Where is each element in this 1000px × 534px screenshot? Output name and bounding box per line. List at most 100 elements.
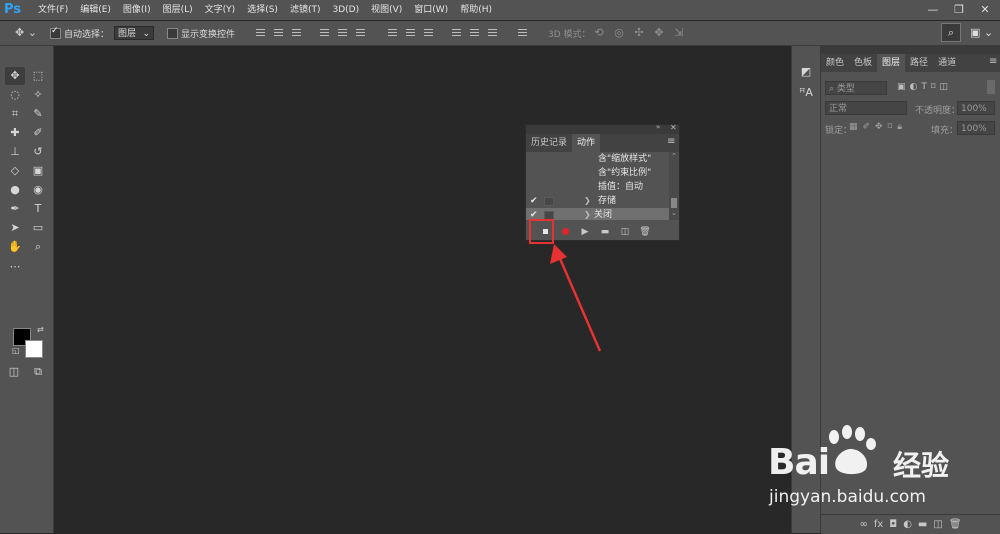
screen-mode-icon[interactable]: ⧉ [28,363,48,381]
default-colors-icon[interactable]: ◱ [12,346,20,355]
align-bottom-icon[interactable] [290,26,302,39]
hand-tool-icon[interactable]: ✋ [5,238,25,256]
panel-menu-icon[interactable]: ≡ [989,56,997,67]
align-hcenter-icon[interactable] [336,26,348,39]
menu-help[interactable]: 帮助(H) [454,0,498,20]
tab-channels[interactable]: 通道 [933,54,961,72]
scroll-up-icon[interactable]: ⌃ [671,152,677,160]
crop-tool-icon[interactable]: ⌗ [5,105,25,123]
blur-tool-icon[interactable]: ● [5,181,25,199]
dodge-tool-icon[interactable]: ◉ [28,181,48,199]
scroll-down-icon[interactable]: ⌄ [671,209,677,217]
chevron-right-icon[interactable]: ❯ [584,208,591,220]
distribute-right-icon[interactable] [486,26,498,39]
add-mask-icon[interactable]: ◘ [889,515,897,534]
history-brush-tool-icon[interactable]: ↺ [28,143,48,161]
menu-select[interactable]: 选择(S) [241,0,284,20]
new-action-button[interactable]: ◫ [615,224,635,239]
magic-wand-tool-icon[interactable]: ✧ [28,86,48,104]
align-right-icon[interactable] [354,26,366,39]
dialog-toggle-icon[interactable] [544,197,554,206]
action-row[interactable]: 插值：自动 [526,180,669,194]
3d-rotate-icon[interactable]: ⟲ [592,25,606,41]
fill-field[interactable]: 100% [957,121,995,135]
path-selection-tool-icon[interactable]: ➤ [5,219,25,237]
menu-layer[interactable]: 图层(L) [157,0,199,20]
action-row[interactable]: 含"约束比例" [526,166,669,180]
3d-slide-icon[interactable]: ✥ [652,25,666,41]
distribute-top-icon[interactable] [386,26,398,39]
align-vcenter-icon[interactable] [272,26,284,39]
layer-filter-dropdown[interactable]: ⌕ 类型 [825,81,887,95]
background-color-swatch[interactable] [25,340,43,358]
brush-tool-icon[interactable]: ✐ [28,124,48,142]
new-group-icon[interactable]: ▬ [918,515,927,534]
distribute-vcenter-icon[interactable] [404,26,416,39]
adjustment-layer-icon[interactable]: ◐ [903,515,912,534]
menu-3d[interactable]: 3D(D) [326,0,365,20]
tab-color[interactable]: 颜色 [821,54,849,72]
auto-align-icon[interactable] [516,26,528,39]
new-set-button[interactable]: ▬ [595,224,615,239]
show-transform-checkbox[interactable] [167,21,178,39]
auto-select-target-dropdown[interactable]: 图层 ⌄ [114,26,154,40]
close-panel-icon[interactable]: ✕ [670,123,677,132]
menu-type[interactable]: 文字(Y) [199,0,242,20]
actions-panel-titlebar[interactable]: » ✕ [526,123,679,134]
tab-actions[interactable]: 动作 [572,134,601,152]
quick-mask-icon[interactable]: ◫ [4,363,24,381]
pen-tool-icon[interactable]: ✒ [5,200,25,218]
lock-icons[interactable]: ▦✐✥⌑🔒︎ [849,122,907,132]
menu-filter[interactable]: 滤镜(T) [284,0,327,20]
opacity-field[interactable]: 100% [957,101,995,115]
3d-drag-icon[interactable]: ✣ [632,25,646,41]
align-left-icon[interactable] [318,26,330,39]
auto-select-checkbox[interactable] [50,21,61,39]
3d-roll-icon[interactable]: ◎ [612,25,626,41]
collapse-panel-icon[interactable]: » [656,123,660,131]
gradient-tool-icon[interactable]: ▣ [28,162,48,180]
restore-button[interactable]: ❐ [948,0,970,20]
tab-layers[interactable]: 图层 [877,54,906,72]
tab-history[interactable]: 历史记录 [526,134,572,152]
actions-scroll-thumb[interactable] [671,198,677,208]
eyedropper-tool-icon[interactable]: ✎ [28,105,48,123]
menu-file[interactable]: 文件(F) [32,0,74,20]
swap-colors-icon[interactable]: ⇄ [37,325,44,334]
edit-toolbar-icon[interactable]: ⋯ [5,258,25,276]
align-top-icon[interactable] [254,26,266,39]
tab-paths[interactable]: 路径 [905,54,933,72]
tab-swatches[interactable]: 色板 [849,54,877,72]
menu-view[interactable]: 视图(V) [365,0,408,20]
delete-layer-icon[interactable]: 🗑︎ [949,515,962,534]
blend-mode-dropdown[interactable]: 正常 [825,101,907,115]
move-tool-icon[interactable]: ✥ [5,67,25,85]
menu-window[interactable]: 窗口(W) [408,0,454,20]
layer-filter-icons[interactable]: ▣◐T⌑◫ [897,82,952,92]
healing-brush-tool-icon[interactable]: ✚ [5,124,25,142]
3d-scale-icon[interactable]: ⇲ [672,25,686,41]
actions-scrollbar[interactable]: ⌃ ⌄ [669,152,679,220]
distribute-bottom-icon[interactable] [422,26,434,39]
filter-toggle[interactable] [987,80,995,94]
lasso-tool-icon[interactable]: ◌ [5,86,25,104]
record-button[interactable] [555,224,575,239]
actions-menu-icon[interactable]: ≡ [667,136,675,147]
check-icon[interactable]: ✔ [530,194,538,208]
move-tool-preset-icon[interactable]: ✥ ⌄ [12,25,40,41]
search-icon[interactable]: ⌕ [941,23,961,42]
rectangle-tool-icon[interactable]: ▭ [28,219,48,237]
distribute-hcenter-icon[interactable] [468,26,480,39]
menu-edit[interactable]: 编辑(E) [74,0,117,20]
menu-image[interactable]: 图像(I) [117,0,157,20]
link-layers-icon[interactable]: ∞ [859,515,867,534]
action-row[interactable]: 含"缩放样式" [526,152,669,166]
type-tool-icon[interactable]: T [28,200,48,218]
distribute-left-icon[interactable] [450,26,462,39]
eraser-tool-icon[interactable]: ◇ [5,162,25,180]
clone-stamp-tool-icon[interactable]: ⊥ [5,143,25,161]
marquee-tool-icon[interactable]: ⬚ [28,67,48,85]
workspace-switcher-icon[interactable]: ▣ ⌄ [970,26,993,39]
close-button[interactable]: ✕ [974,0,996,20]
zoom-tool-icon[interactable]: ⌕ [28,238,48,256]
